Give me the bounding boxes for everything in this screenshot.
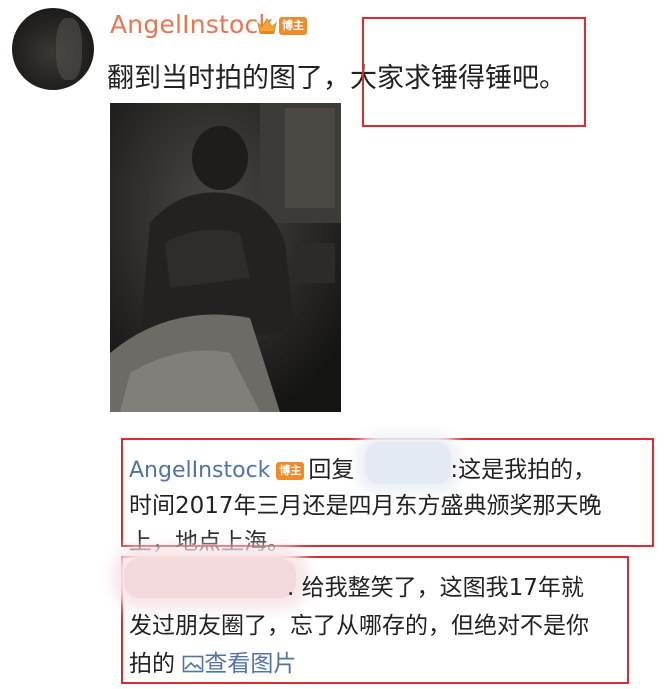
blogger-badge-label: 博主: [279, 17, 307, 35]
reply-line-3: 上，地点上海。: [129, 529, 290, 555]
avatar[interactable]: [12, 8, 94, 90]
image-icon: [183, 655, 204, 673]
reply2-line-3: 拍的 查看图片: [129, 644, 296, 678]
reply-line-1-text: :这是我拍的，: [450, 457, 597, 483]
weibo-post-screenshot: AngelInstock 博主 翻到当时拍的图了，大家求锤得锤吧。 AngelI…: [0, 0, 669, 689]
reply-line-1: AngelInstock 博主 回复 :这是我拍的，: [129, 450, 596, 484]
reply2-line-1: . 给我整笑了，这图我17年就: [129, 568, 584, 602]
post-text-plain: 翻到当时拍的图了，: [107, 63, 350, 94]
view-image-label: 查看图片: [204, 651, 297, 677]
reply2-line-1-text: . 给我整笑了，这图我17年就: [287, 575, 584, 601]
post-username[interactable]: AngelInstock: [110, 10, 273, 39]
reply-blogger-badge: 博主: [276, 461, 305, 480]
highlight-box-post: [362, 17, 586, 127]
reply2-line-2: 发过朋友圈了，忘了从哪存的，但绝对不是你: [129, 613, 589, 639]
post-photo[interactable]: [110, 103, 341, 412]
blogger-badge: 博主: [256, 15, 307, 37]
view-image-link[interactable]: 查看图片: [182, 651, 296, 677]
reply-prefix: 回复: [308, 457, 355, 483]
crown-icon: [257, 18, 277, 34]
reply-line-2: 时间2017年三月还是四月东方盛典颁奖那天晚: [129, 493, 602, 519]
reply-username[interactable]: AngelInstock: [129, 458, 270, 483]
reply2-line-3-text: 拍的: [129, 651, 175, 677]
